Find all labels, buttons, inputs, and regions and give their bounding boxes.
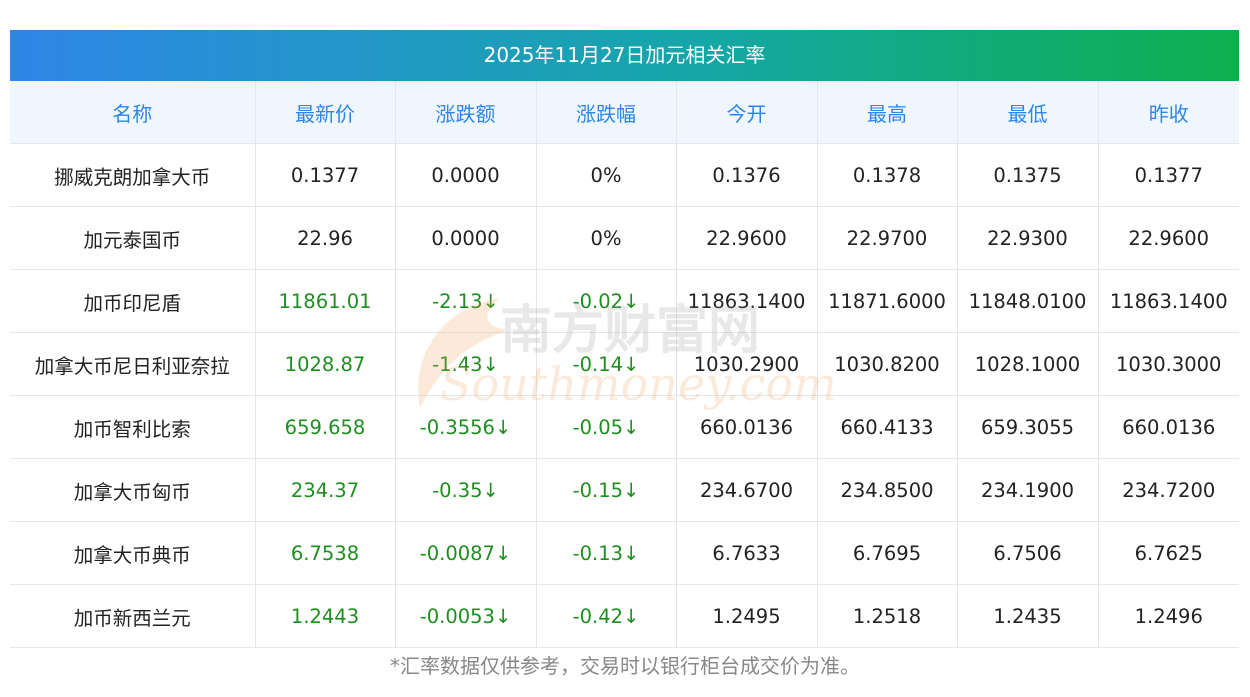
- cell-open: 1030.2900: [676, 332, 818, 396]
- column-header: 最高: [817, 81, 958, 144]
- column-header: 最新价: [255, 81, 396, 144]
- cell-name: 加币智利比索: [10, 395, 256, 459]
- cell-low: 22.9300: [957, 206, 1099, 270]
- cell-change: 0.0000: [395, 206, 537, 270]
- table-row: 加拿大币匈币 234.37 -0.35↓ -0.15↓ 234.6700 234.8500…: [10, 458, 1239, 522]
- cell-low: 0.1375: [957, 143, 1099, 207]
- cell-latest: 22.96: [255, 206, 396, 270]
- cell-open: 22.9600: [676, 206, 818, 270]
- cell-latest: 0.1377: [255, 143, 396, 207]
- cell-pct: -0.05↓: [536, 395, 677, 459]
- cell-change: -0.35↓: [395, 458, 537, 522]
- cell-prev: 1030.3000: [1098, 332, 1239, 396]
- cell-name: 加拿大币匈币: [10, 458, 256, 522]
- cell-name: 挪威克朗加拿大币: [10, 143, 256, 207]
- cell-high: 0.1378: [817, 143, 958, 207]
- rate-table: 名称 最新价 涨跌额 涨跌幅 今开 最高 最低 昨收 挪威克朗加拿大币 0.1377 0.0000…: [10, 81, 1239, 648]
- table-row: 加币印尼盾 11861.01 -2.13↓ -0.02↓ 11863.1400 11871…: [10, 269, 1239, 333]
- cell-pct: -0.15↓: [536, 458, 677, 522]
- cell-low: 11848.0100: [957, 269, 1099, 333]
- cell-prev: 1.2496: [1098, 584, 1239, 648]
- cell-pct: -0.14↓: [536, 332, 677, 396]
- table-body: 挪威克朗加拿大币 0.1377 0.0000 0% 0.1376 0.1378 0.1375…: [10, 143, 1239, 648]
- column-header: 今开: [676, 81, 818, 144]
- cell-open: 11863.1400: [676, 269, 818, 333]
- cell-prev: 0.1377: [1098, 143, 1239, 207]
- cell-pct: -0.13↓: [536, 521, 677, 585]
- cell-change: -0.3556↓: [395, 395, 537, 459]
- cell-low: 659.3055: [957, 395, 1099, 459]
- cell-name: 加拿大币典币: [10, 521, 256, 585]
- rate-table-container: 2025年11月27日加元相关汇率 名称 最新价 涨跌额 涨跌幅 今开 最高 最低 昨收 挪威…: [10, 30, 1239, 648]
- column-header: 涨跌额: [395, 81, 537, 144]
- cell-pct: -0.02↓: [536, 269, 677, 333]
- cell-prev: 6.7625: [1098, 521, 1239, 585]
- table-row: 加拿大币尼日利亚奈拉 1028.87 -1.43↓ -0.14↓ 1030.2900 10…: [10, 332, 1239, 396]
- cell-name: 加币印尼盾: [10, 269, 256, 333]
- cell-high: 1.2518: [817, 584, 958, 648]
- cell-prev: 11863.1400: [1098, 269, 1239, 333]
- cell-latest: 6.7538: [255, 521, 396, 585]
- cell-name: 加元泰国币: [10, 206, 256, 270]
- cell-open: 6.7633: [676, 521, 818, 585]
- table-row: 加拿大币典币 6.7538 -0.0087↓ -0.13↓ 6.7633 6.7695 6.…: [10, 521, 1239, 585]
- cell-latest: 11861.01: [255, 269, 396, 333]
- cell-open: 660.0136: [676, 395, 818, 459]
- cell-low: 6.7506: [957, 521, 1099, 585]
- cell-pct: 0%: [536, 143, 677, 207]
- cell-latest: 1028.87: [255, 332, 396, 396]
- cell-open: 234.6700: [676, 458, 818, 522]
- cell-open: 0.1376: [676, 143, 818, 207]
- cell-high: 6.7695: [817, 521, 958, 585]
- column-header: 最低: [957, 81, 1099, 144]
- column-header: 涨跌幅: [536, 81, 677, 144]
- cell-latest: 1.2443: [255, 584, 396, 648]
- cell-pct: 0%: [536, 206, 677, 270]
- cell-high: 660.4133: [817, 395, 958, 459]
- cell-change: -2.13↓: [395, 269, 537, 333]
- cell-name: 加拿大币尼日利亚奈拉: [10, 332, 256, 396]
- cell-low: 1.2435: [957, 584, 1099, 648]
- cell-low: 1028.1000: [957, 332, 1099, 396]
- cell-prev: 234.7200: [1098, 458, 1239, 522]
- cell-name: 加币新西兰元: [10, 584, 256, 648]
- cell-high: 11871.6000: [817, 269, 958, 333]
- table-row: 加元泰国币 22.96 0.0000 0% 22.9600 22.9700 22.9300 2…: [10, 206, 1239, 270]
- table-row: 加币智利比索 659.658 -0.3556↓ -0.05↓ 660.0136 660.4…: [10, 395, 1239, 459]
- cell-high: 234.8500: [817, 458, 958, 522]
- column-header: 名称: [10, 81, 256, 144]
- cell-change: -0.0053↓: [395, 584, 537, 648]
- cell-latest: 659.658: [255, 395, 396, 459]
- cell-high: 1030.8200: [817, 332, 958, 396]
- table-header: 名称 最新价 涨跌额 涨跌幅 今开 最高 最低 昨收: [10, 81, 1239, 144]
- cell-prev: 22.9600: [1098, 206, 1239, 270]
- cell-high: 22.9700: [817, 206, 958, 270]
- cell-prev: 660.0136: [1098, 395, 1239, 459]
- cell-latest: 234.37: [255, 458, 396, 522]
- cell-change: 0.0000: [395, 143, 537, 207]
- table-row: 挪威克朗加拿大币 0.1377 0.0000 0% 0.1376 0.1378 0.1375…: [10, 143, 1239, 207]
- column-header: 昨收: [1098, 81, 1239, 144]
- cell-change: -1.43↓: [395, 332, 537, 396]
- table-row: 加币新西兰元 1.2443 -0.0053↓ -0.42↓ 1.2495 1.2518 1.…: [10, 584, 1239, 648]
- cell-open: 1.2495: [676, 584, 818, 648]
- cell-low: 234.1900: [957, 458, 1099, 522]
- disclaimer-footnote: *汇率数据仅供参考，交易时以银行柜台成交价为准。: [390, 654, 860, 678]
- cell-pct: -0.42↓: [536, 584, 677, 648]
- cell-change: -0.0087↓: [395, 521, 537, 585]
- table-title: 2025年11月27日加元相关汇率: [10, 30, 1239, 81]
